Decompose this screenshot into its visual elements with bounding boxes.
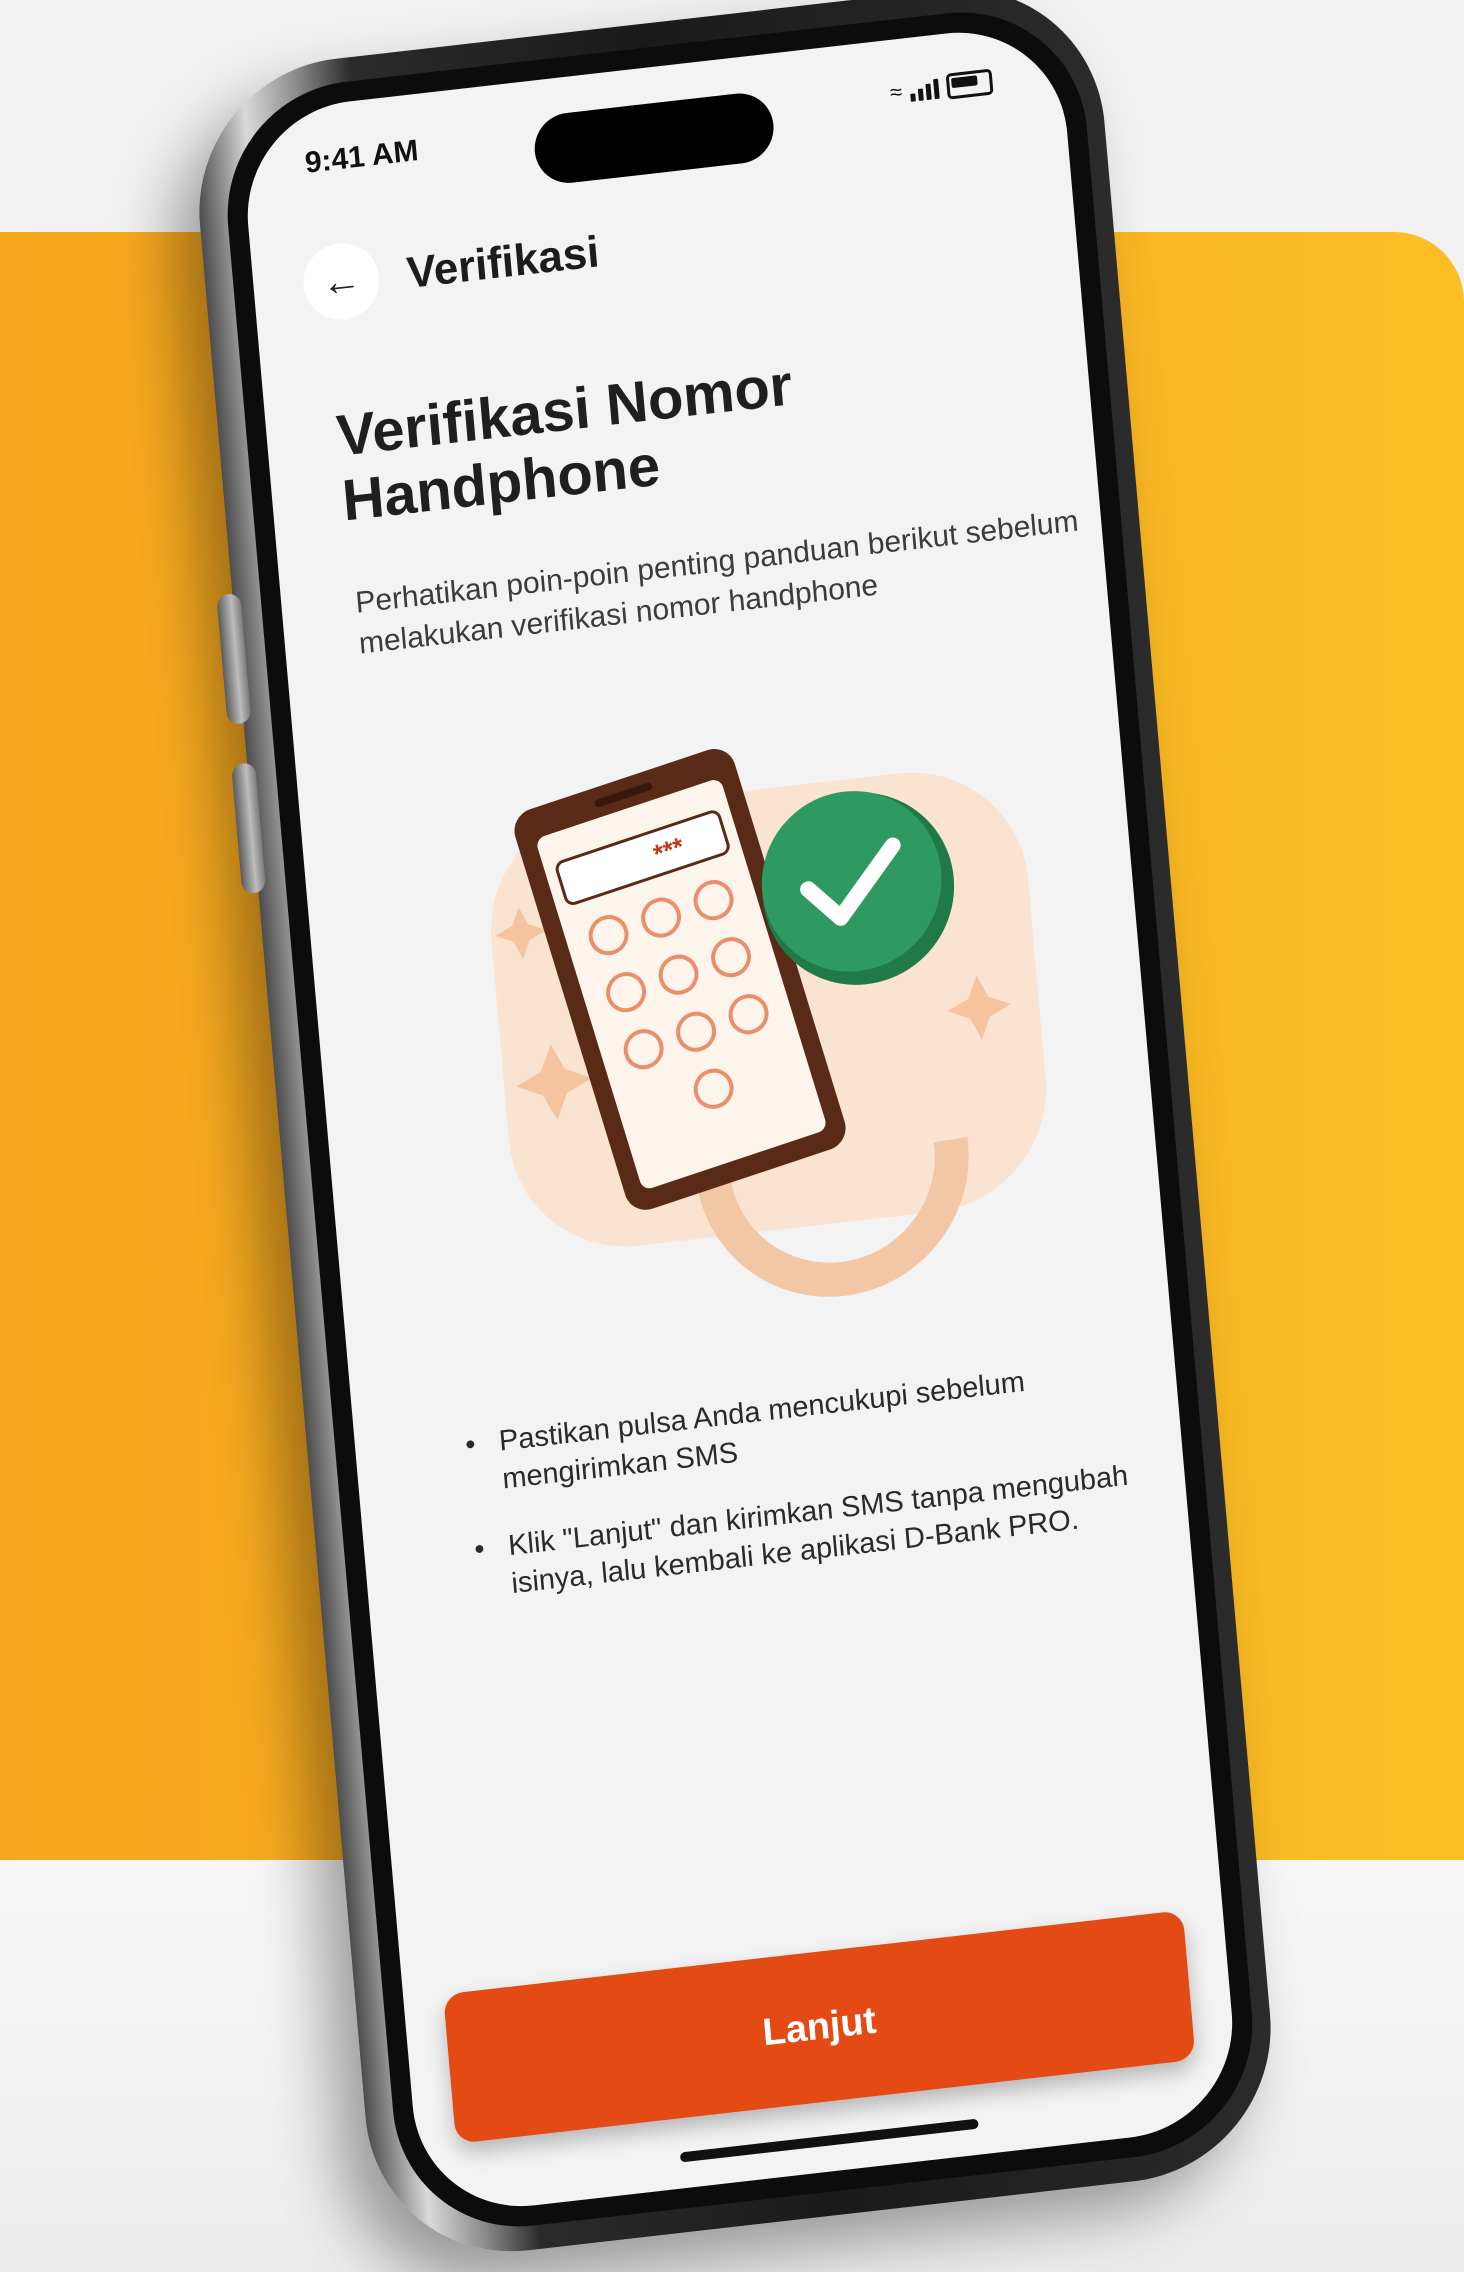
verification-illustration: *** [490, 749, 1047, 1297]
wifi-icon: ≈ [888, 78, 904, 106]
home-indicator [679, 2118, 979, 2163]
phone-mockup: 9:41 AM ≈ ← Verifikasi Verifikasi Nomor … [186, 0, 1284, 2268]
status-time: 9:41 AM [303, 134, 420, 180]
page-description: Perhatikan poin-poin penting panduan ber… [354, 504, 1080, 661]
arrow-left-icon: ← [319, 256, 364, 306]
header-title: Verifikasi [404, 227, 602, 298]
page-title: Verifikasi Nomor Handphone [334, 352, 795, 534]
app-header: ← Verifikasi [300, 214, 602, 324]
back-button[interactable]: ← [300, 239, 383, 324]
tips-list: Pastikan pulsa Anda mencukupi sebelum me… [464, 1347, 1178, 1635]
battery-icon [945, 68, 994, 100]
lanjut-button[interactable]: Lanjut [443, 1910, 1196, 2144]
dynamic-island [531, 89, 777, 187]
signal-icon [909, 77, 940, 102]
status-icons: ≈ [888, 68, 994, 107]
